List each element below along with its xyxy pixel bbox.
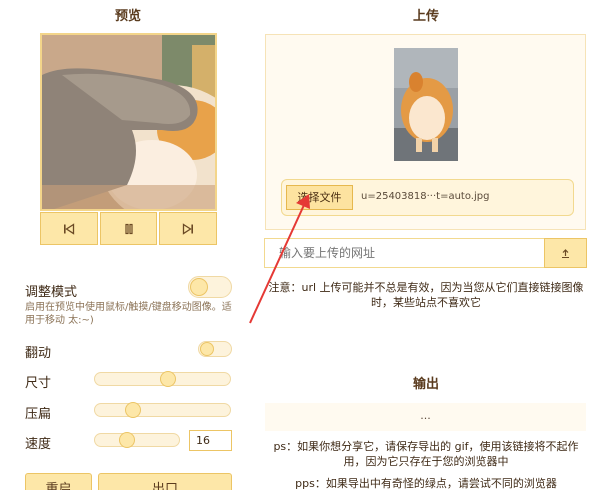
url-upload-button[interactable]	[544, 238, 587, 268]
choose-file-button[interactable]: 选择文件	[286, 185, 353, 210]
pause-icon	[124, 223, 133, 234]
adjust-mode-label: 调整模式	[25, 285, 78, 300]
reset-button[interactable]: 重启	[25, 473, 92, 490]
upload-note: 注意：url 上传可能并不总是有效，因为当您从它们直接链接图像时，某些站点不喜欢…	[268, 281, 584, 309]
selected-file-name: u=25403818···t=auto.jpg	[361, 191, 490, 202]
skip-back-icon	[63, 222, 74, 235]
upload-icon	[562, 248, 569, 258]
preview-image	[42, 35, 215, 209]
speed-label: 速度	[25, 437, 52, 452]
skip-forward-icon	[183, 222, 194, 235]
output-link[interactable]: ...	[265, 403, 586, 431]
squash-slider[interactable]	[94, 402, 231, 418]
output-pps-note: pps：如果导出中有奇怪的绿点，请尝试不同的浏览器	[295, 477, 557, 490]
skip-forward-button[interactable]	[159, 212, 218, 245]
flip-toggle[interactable]	[198, 341, 232, 357]
pause-button[interactable]	[99, 212, 158, 245]
flip-toggle-knob	[200, 342, 214, 356]
url-input[interactable]	[264, 238, 545, 268]
output-title: 输出	[413, 377, 440, 392]
speed-slider-knob[interactable]	[119, 432, 135, 448]
preview-title: 预览	[115, 9, 142, 24]
squash-slider-knob[interactable]	[125, 402, 141, 418]
size-slider[interactable]	[94, 371, 231, 387]
size-label: 尺寸	[25, 376, 52, 391]
speed-slider[interactable]	[94, 432, 180, 448]
adjust-mode-hint: 启用在预览中使用鼠标/触摸/键盘移动图像。适用于移动 太:~)	[25, 302, 232, 326]
file-picker-row: 选择文件 u=25403818···t=auto.jpg	[281, 179, 574, 216]
output-ps-note: ps：如果你想分享它，请保存导出的 gif，使用该链接将不起作用，因为它只存在于…	[273, 440, 579, 468]
adjust-mode-toggle[interactable]	[188, 276, 232, 298]
speed-input[interactable]	[189, 430, 232, 451]
export-button[interactable]: 出口	[98, 473, 232, 490]
adjust-mode-toggle-knob	[190, 278, 208, 296]
preview-canvas[interactable]	[40, 33, 217, 211]
size-slider-knob[interactable]	[160, 371, 176, 387]
playback-controls	[40, 212, 218, 245]
flip-label: 翻动	[25, 346, 52, 361]
squash-label: 压扁	[25, 407, 52, 422]
upload-thumbnail	[394, 48, 458, 161]
uploaded-image	[394, 48, 458, 161]
upload-title: 上传	[413, 9, 440, 24]
skip-back-button[interactable]	[40, 212, 98, 245]
